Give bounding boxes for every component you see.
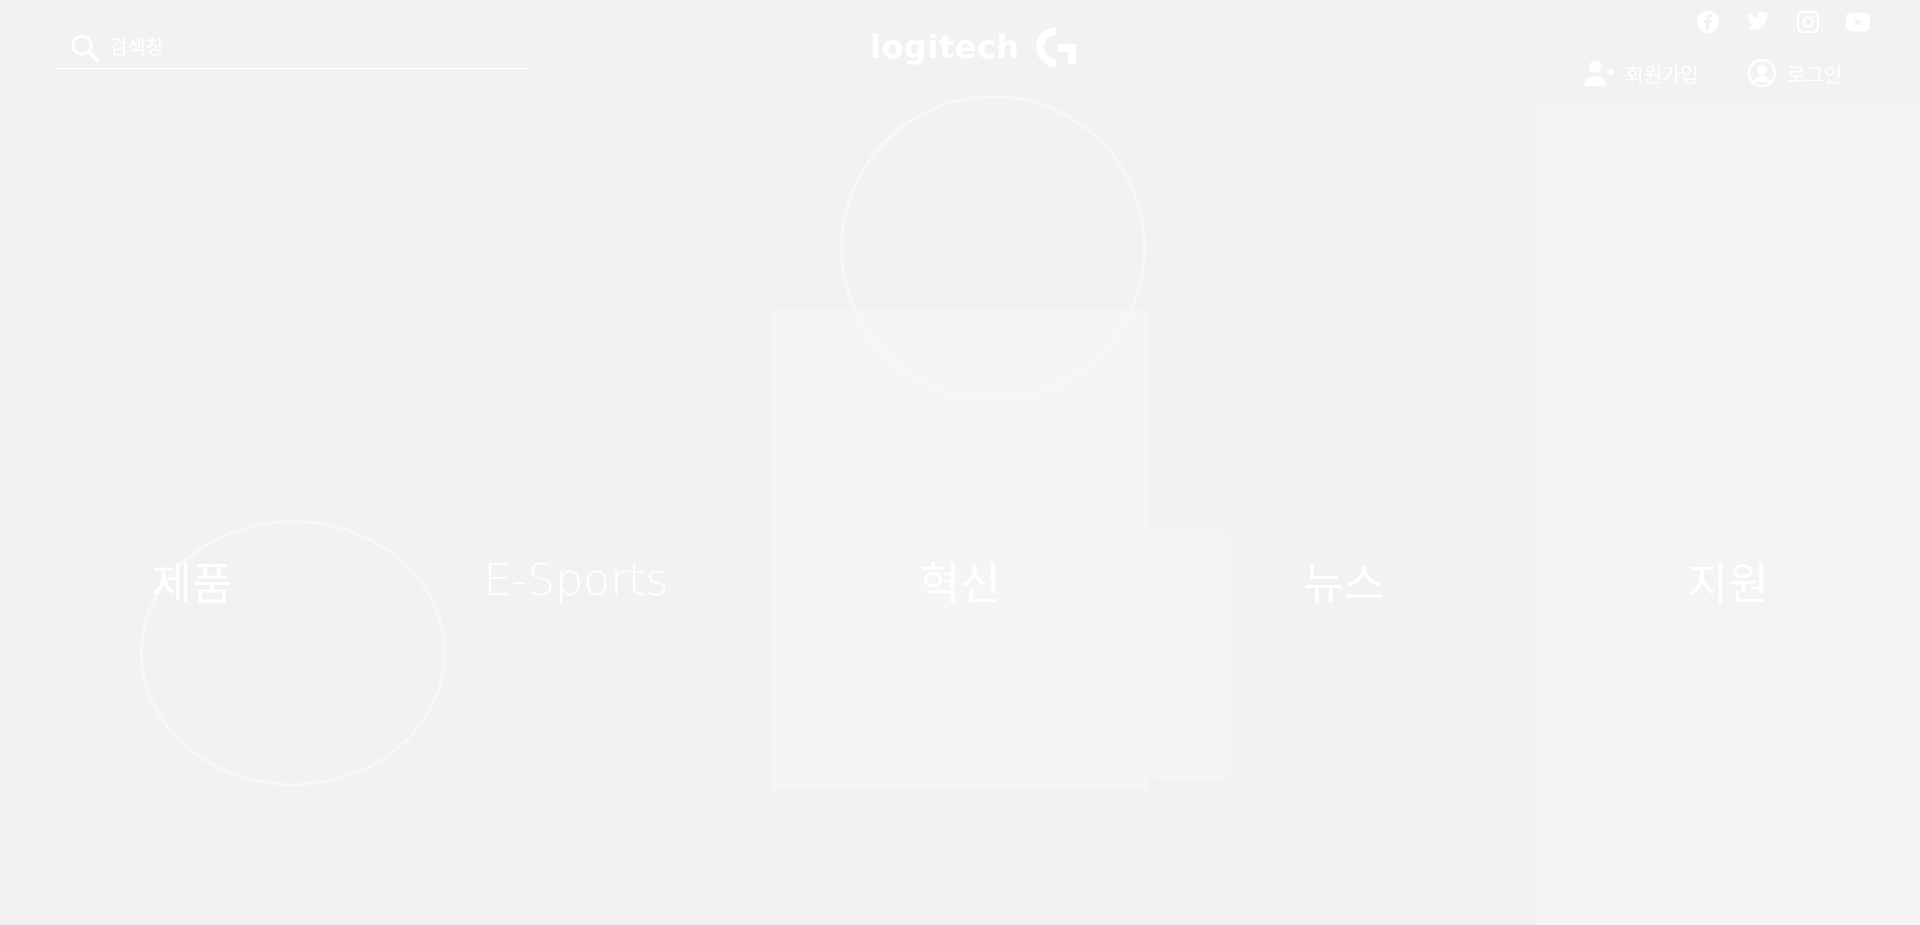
g-logo-icon [1035, 27, 1076, 67]
nav-item-support[interactable]: 지원 [1536, 550, 1920, 610]
add-user-icon [1584, 61, 1616, 86]
signup-link[interactable]: 회원가입 [1583, 59, 1699, 88]
social-links [1696, 10, 1870, 34]
instagram-icon[interactable] [1796, 10, 1820, 34]
twitter-icon[interactable] [1746, 10, 1770, 34]
nav-item-news[interactable]: 뉴스 [1152, 550, 1536, 610]
logo-wordmark: logitech [870, 28, 1020, 66]
background-chair-shape [1535, 97, 1920, 925]
login-label: 로그인 [1786, 64, 1842, 87]
search-input[interactable] [107, 35, 511, 61]
search-icon[interactable] [69, 32, 101, 64]
login-link[interactable]: 로그인 [1747, 58, 1842, 88]
user-circle-icon [1747, 58, 1777, 88]
youtube-icon[interactable] [1846, 10, 1870, 34]
background-headset-shape [840, 95, 1146, 401]
logitech-g-logo[interactable]: logitech [870, 24, 1080, 70]
nav-item-innovation[interactable]: 혁신 [768, 550, 1152, 610]
main-navigation: 제품 E-Sports 혁신 뉴스 지원 [0, 550, 1920, 611]
signup-label: 회원가입 [1625, 64, 1699, 87]
hero-background [0, 0, 1920, 925]
search-bar [55, 28, 530, 69]
nav-item-esports[interactable]: E-Sports [384, 550, 768, 610]
facebook-icon[interactable] [1696, 10, 1720, 34]
account-links: 회원가입 로그인 [1583, 58, 1842, 88]
nav-item-products[interactable]: 제품 [0, 550, 384, 610]
